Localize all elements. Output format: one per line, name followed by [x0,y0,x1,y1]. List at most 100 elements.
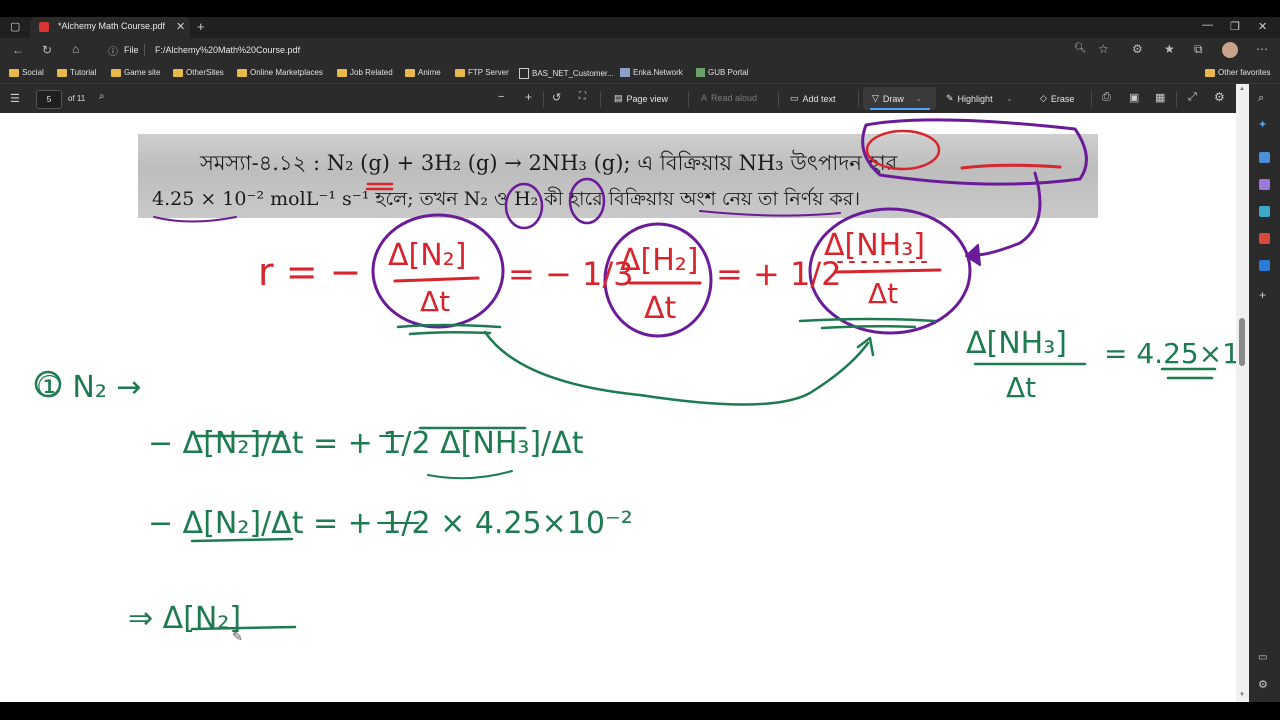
save-as-icon[interactable]: ▦ [1155,91,1165,104]
favorite-item[interactable]: Tutorial [57,68,96,77]
collections-icon[interactable]: ⧉ [1194,42,1203,57]
new-tab-icon[interactable]: + [197,19,205,34]
divider [778,91,779,107]
info-icon[interactable]: ⓘ [108,43,118,58]
settings-icon[interactable]: ⚙ [1214,90,1225,104]
zoom-out-icon[interactable]: − [498,91,504,103]
add-icon[interactable]: + [1259,288,1266,302]
close-tab-icon[interactable]: ✕ [176,20,185,33]
zoom-icon[interactable]: 🔍︎ [1074,43,1087,54]
favorite-add-icon[interactable]: ☆ [1098,42,1109,56]
games-icon[interactable] [1259,206,1270,217]
print-icon[interactable]: ⎙ [1102,91,1111,104]
underline-mark [365,182,394,191]
favorite-item[interactable]: Game site [111,68,160,77]
address-bar: ← ↻ ⌂ ⓘ File F:/Alchemy%20Math%20Course.… [0,38,1280,62]
step-3-equation: ⇒ Δ[N₂] [128,601,241,636]
maximize-icon[interactable]: ❐ [1230,20,1240,33]
given-denominator: Δt [1006,371,1036,404]
page-total: of 11 [68,94,86,103]
add-text-button[interactable]: ▭ Add text [790,93,836,104]
folder-icon [111,68,121,77]
folder-icon [9,68,19,77]
zoom-in-icon[interactable]: + [525,90,532,104]
divider [858,91,859,107]
page-view-button[interactable]: ▤ Page view [614,93,668,104]
favorite-item[interactable]: GUB Portal [696,68,748,77]
chevron-down-icon[interactable]: ⌄ [916,95,922,103]
copilot-icon[interactable]: ✦ [1258,118,1267,131]
erase-button[interactable]: ◇ Erase [1040,93,1074,104]
given-numerator: Δ[NH₃] [966,326,1067,361]
given-value: = 4.25×10⁻² [1104,337,1236,370]
shopping-icon[interactable] [1259,152,1270,163]
favorite-item[interactable]: FTP Server [455,68,509,77]
favorite-item[interactable]: Job Related [337,68,393,77]
save-icon[interactable]: ▣ [1129,91,1139,104]
title-bar: ▢ *Alchemy Math Course.pdf ✕ + — ❐ ✕ [0,17,1280,38]
divider [688,91,689,107]
fit-page-icon[interactable]: ⛶ [579,91,586,102]
refresh-icon[interactable]: ↻ [42,43,52,57]
coefficient-third: = − 1/3 [508,255,633,293]
office-icon[interactable] [1259,233,1270,244]
scroll-down-icon[interactable]: ▼ [1239,692,1245,698]
rotate-icon[interactable]: ↺ [552,91,561,104]
divider [1176,91,1177,107]
more-icon[interactable]: ⋯ [1256,42,1268,56]
home-icon[interactable]: ⌂ [72,42,79,56]
site-icon [696,68,705,77]
pdf-toolbar: ☰ 5 of 11 ⌕ − + ↺ ⛶ ▤ Page view A Read alo… [0,84,1240,113]
draw-button[interactable]: ▽ Draw ⌄ [872,93,922,104]
underline-mark [798,317,937,330]
favorite-item[interactable]: Online Marketplaces [237,68,323,77]
outlook-icon[interactable] [1259,260,1270,271]
search-icon[interactable]: ⌕ [99,91,105,102]
connector-arrow [483,330,870,406]
other-favorites[interactable]: Other favorites [1205,68,1270,77]
close-window-icon[interactable]: ✕ [1258,20,1267,33]
url-field[interactable]: F:/Alchemy%20Math%20Course.pdf [155,45,300,55]
search-icon[interactable]: ⌕ [1258,92,1264,105]
minimize-icon[interactable]: — [1202,19,1213,31]
highlight-button[interactable]: ✎ Highlight ⌄ [946,93,1012,104]
page-icon [519,68,529,79]
contents-icon[interactable]: ☰ [10,92,20,105]
underline-mark [153,216,237,223]
divider [1091,91,1092,107]
text-box-icon: ▭ [790,93,799,103]
pdf-page[interactable]: সমস্যা-৪.১২ : N₂ (g) + 3H₂ (g) → 2NH₃ (g… [0,113,1236,702]
step-1-equation: − Δ[N₂]/Δt = + 1/2 Δ[NH₃]/Δt [148,426,584,461]
draw-icon: ▽ [872,93,879,103]
favorite-item[interactable]: Anime [405,68,441,77]
avatar[interactable] [1222,42,1238,58]
favorite-item[interactable]: BAS_NET_Customer... [519,68,614,79]
window-menu-icon[interactable]: ▢ [10,20,20,33]
read-aloud-button[interactable]: A Read aloud [701,93,757,103]
scroll-up-icon[interactable]: ▲ [1239,86,1245,92]
underline-mark [960,163,1062,170]
pen-cursor-icon: ✎ [232,629,243,644]
underline-mark [1160,367,1217,380]
chevron-down-icon[interactable]: ⌄ [1007,95,1013,103]
scrollbar-thumb[interactable] [1239,318,1245,366]
favorites-icon[interactable]: ★ [1164,42,1175,56]
rate-lhs: r = − [258,250,361,294]
settings-icon[interactable]: ⚙ [1258,678,1268,691]
address-prefix: File [124,45,139,55]
page-number-input[interactable]: 5 [36,90,62,109]
folder-icon [237,68,247,77]
panel-toggle-icon[interactable]: ▭ [1258,652,1267,663]
favorite-item[interactable]: Enka.Network [620,68,683,77]
favorite-item[interactable]: OtherSites [173,68,224,77]
vertical-scrollbar[interactable] [1236,84,1249,702]
h2-numerator: Δ[H₂] [620,243,699,278]
handwriting-annotations: r = − Δ[N₂] Δt = − 1/3 Δ[H₂] Δt = + 1/2 … [34,118,1236,636]
extensions-icon[interactable]: ⚙ [1132,42,1143,56]
fullscreen-icon[interactable]: ⤢ [1188,91,1197,104]
favorite-item[interactable]: Social [9,68,44,77]
tools-icon[interactable] [1259,179,1270,190]
folder-icon [173,68,183,77]
step-1-label: ① N₂ → [36,370,142,405]
back-icon[interactable]: ← [12,43,24,57]
